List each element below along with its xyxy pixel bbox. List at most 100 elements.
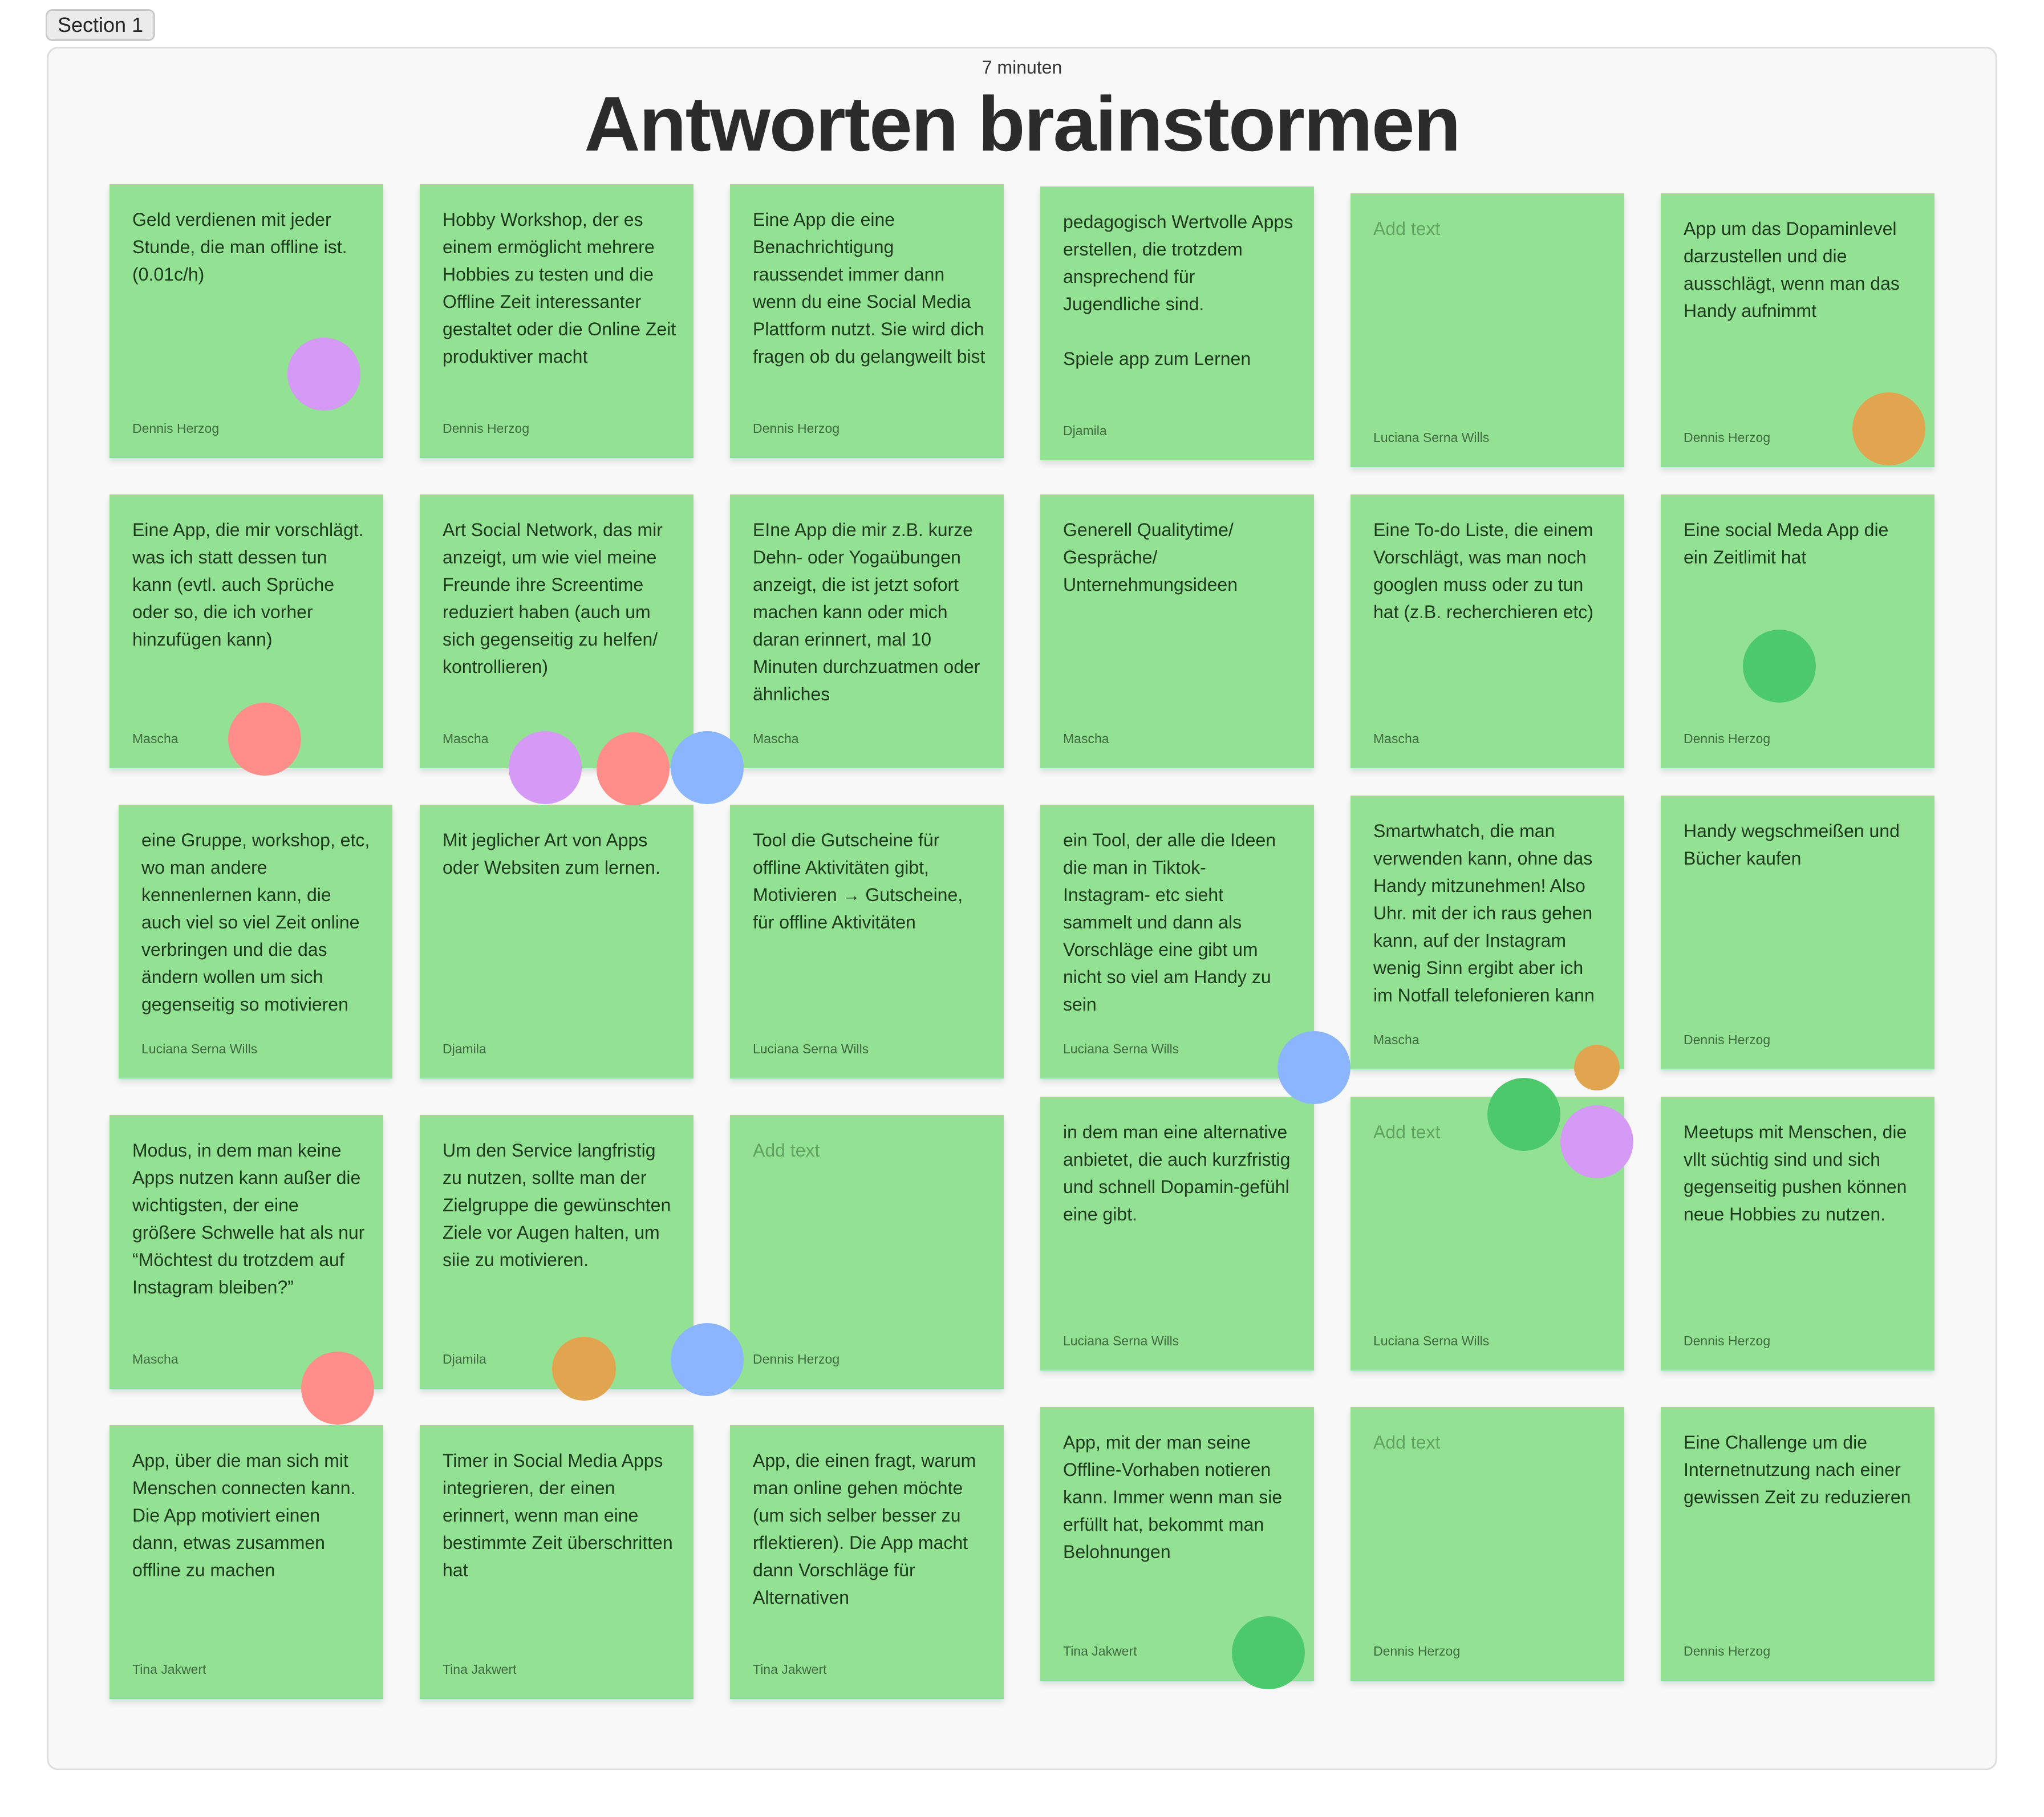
vote-dot-green[interactable] [1743, 630, 1816, 703]
vote-dot-blue[interactable] [671, 1323, 744, 1396]
sticky-author: Luciana Serna Wills [1063, 1333, 1179, 1348]
vote-dot-blue[interactable] [1278, 1031, 1350, 1104]
sticky-text[interactable]: Hobby Workshop, der es einem ermöglicht … [443, 206, 676, 370]
sticky-author: Luciana Serna Wills [1373, 430, 1490, 445]
sticky-note[interactable]: Add text Luciana Serna Wills [1350, 193, 1624, 467]
sticky-author: Mascha [132, 1352, 179, 1366]
sticky-author: Dennis Herzog [753, 1352, 840, 1366]
sticky-author: Dennis Herzog [1684, 1333, 1771, 1348]
sticky-author: Tina Jakwert [132, 1662, 206, 1677]
sticky-note[interactable]: Eine App die eine Benachrichtigung rauss… [730, 184, 1004, 458]
sticky-note[interactable]: Eine social Meda App die ein Zeitlimit h… [1661, 494, 1934, 768]
sticky-text[interactable]: Tool die Gutscheine für offline Aktivitä… [753, 826, 987, 936]
sticky-author: Dennis Herzog [1684, 430, 1771, 445]
vote-dot-purple[interactable] [287, 338, 360, 411]
sticky-text[interactable]: Eine To-do Liste, die einem Vorschlägt, … [1373, 516, 1607, 626]
sticky-note[interactable]: Modus, in dem man keine Apps nutzen kann… [110, 1115, 383, 1389]
sticky-text[interactable]: eine Gruppe, workshop, etc, wo man ander… [141, 826, 375, 1018]
sticky-author: Luciana Serna Wills [753, 1041, 869, 1056]
sticky-author: Luciana Serna Wills [141, 1041, 258, 1056]
sticky-text[interactable]: App, über die man sich mit Menschen conn… [132, 1447, 366, 1584]
sticky-author: Mascha [443, 731, 489, 746]
sticky-note[interactable]: Eine Challenge um die Internetnutzung na… [1661, 1407, 1934, 1681]
sticky-note[interactable]: Eine To-do Liste, die einem Vorschlägt, … [1350, 494, 1624, 768]
sticky-author: Mascha [753, 731, 799, 746]
sticky-note[interactable]: EIne App die mir z.B. kurze Dehn- oder Y… [730, 494, 1004, 768]
sticky-author: Luciana Serna Wills [1373, 1333, 1490, 1348]
vote-dot-orange[interactable] [1852, 392, 1925, 465]
sticky-author: Mascha [1373, 1032, 1420, 1047]
sticky-author: Tina Jakwert [443, 1662, 517, 1677]
sticky-text[interactable]: Geld verdienen mit jeder Stunde, die man… [132, 206, 366, 288]
sticky-text[interactable]: Um den Service langfristig zu nutzen, so… [443, 1137, 676, 1273]
sticky-note[interactable]: Add text Dennis Herzog [1350, 1407, 1624, 1681]
sticky-note[interactable]: in dem man eine alternative anbietet, di… [1040, 1097, 1314, 1370]
sticky-note[interactable]: Hobby Workshop, der es einem ermöglicht … [420, 184, 694, 458]
vote-dot-orange[interactable] [552, 1337, 616, 1401]
sticky-note[interactable]: Art Social Network, das mir anzeigt, um … [420, 494, 694, 768]
vote-dot-purple[interactable] [1560, 1105, 1633, 1178]
sticky-text[interactable]: Handy wegschmeißen und Bücher kaufen [1684, 817, 1917, 872]
sticky-note[interactable]: Timer in Social Media Apps integrieren, … [420, 1425, 694, 1699]
sticky-text[interactable]: in dem man eine alternative anbietet, di… [1063, 1118, 1297, 1228]
sticky-author: Dennis Herzog [1684, 1644, 1771, 1658]
sticky-note[interactable]: App, die einen fragt, warum man online g… [730, 1425, 1004, 1699]
sticky-author: Dennis Herzog [132, 421, 220, 436]
sticky-note[interactable]: eine Gruppe, workshop, etc, wo man ander… [119, 805, 392, 1078]
sticky-note[interactable]: Smartwhatch, die man verwenden kann, ohn… [1350, 796, 1624, 1069]
sticky-author: Mascha [1063, 731, 1109, 746]
sticky-text[interactable]: Timer in Social Media Apps integrieren, … [443, 1447, 676, 1584]
sticky-text[interactable]: Smartwhatch, die man verwenden kann, ohn… [1373, 817, 1607, 1009]
sticky-author: Mascha [1373, 731, 1420, 746]
sticky-author: Dennis Herzog [443, 421, 530, 436]
vote-dot-red[interactable] [228, 703, 301, 776]
sticky-author: Luciana Serna Wills [1063, 1041, 1179, 1056]
sticky-placeholder[interactable]: Add text [753, 1137, 987, 1164]
vote-dot-blue[interactable] [671, 731, 744, 804]
sticky-text[interactable]: Modus, in dem man keine Apps nutzen kann… [132, 1137, 366, 1301]
sticky-note[interactable]: Meetups mit Menschen, die vllt süchtig s… [1661, 1097, 1934, 1370]
sticky-text[interactable]: Mit jeglicher Art von Apps oder Websiten… [443, 826, 676, 881]
section-label[interactable]: Section 1 [46, 9, 156, 41]
sticky-note[interactable]: Tool die Gutscheine für offline Aktivitä… [730, 805, 1004, 1078]
sticky-text[interactable]: EIne App die mir z.B. kurze Dehn- oder Y… [753, 516, 987, 708]
vote-dot-purple[interactable] [509, 731, 582, 804]
sticky-note[interactable]: Add text Dennis Herzog [730, 1115, 1004, 1389]
sticky-text[interactable]: Eine Challenge um die Internetnutzung na… [1684, 1429, 1917, 1511]
vote-dot-red[interactable] [301, 1352, 374, 1425]
sticky-text[interactable]: Eine social Meda App die ein Zeitlimit h… [1684, 516, 1917, 571]
sticky-text[interactable]: Generell Qualitytime/ Gespräche/ Unterne… [1063, 516, 1297, 598]
vote-dot-green[interactable] [1487, 1078, 1560, 1151]
sticky-note[interactable]: App, über die man sich mit Menschen conn… [110, 1425, 383, 1699]
vote-dot-red[interactable] [597, 732, 670, 805]
sticky-author: Djamila [443, 1352, 486, 1366]
sticky-placeholder[interactable]: Add text [1373, 1429, 1607, 1456]
sticky-note[interactable]: Generell Qualitytime/ Gespräche/ Unterne… [1040, 494, 1314, 768]
sticky-author: Mascha [132, 731, 179, 746]
sticky-note[interactable]: ein Tool, der alle die Ideen die man in … [1040, 805, 1314, 1078]
sticky-author: Tina Jakwert [1063, 1644, 1137, 1658]
vote-dot-green[interactable] [1232, 1616, 1305, 1689]
sticky-note[interactable]: pedagogisch Wertvolle Apps erstellen, di… [1040, 186, 1314, 460]
board-title[interactable]: Antworten brainstormen [0, 81, 2044, 167]
sticky-text[interactable]: Art Social Network, das mir anzeigt, um … [443, 516, 676, 680]
sticky-text[interactable]: App, die einen fragt, warum man online g… [753, 1447, 987, 1611]
sticky-note[interactable]: Um den Service langfristig zu nutzen, so… [420, 1115, 694, 1389]
sticky-text[interactable]: App um das Dopaminlevel darzustellen und… [1684, 215, 1917, 325]
sticky-note[interactable]: Mit jeglicher Art von Apps oder Websiten… [420, 805, 694, 1078]
sticky-text[interactable]: App, mit der man seine Offline-Vorhaben … [1063, 1429, 1297, 1565]
sticky-text[interactable]: ein Tool, der alle die Ideen die man in … [1063, 826, 1297, 1018]
sticky-text[interactable]: Meetups mit Menschen, die vllt süchtig s… [1684, 1118, 1917, 1228]
sticky-text[interactable]: Eine App, die mir vorschlägt. was ich st… [132, 516, 366, 653]
sticky-text[interactable]: Eine App die eine Benachrichtigung rauss… [753, 206, 987, 370]
sticky-author: Dennis Herzog [753, 421, 840, 436]
vote-dot-orange[interactable] [1574, 1045, 1620, 1090]
timer-subtitle: 7 minuten [982, 57, 1062, 78]
sticky-note[interactable]: Handy wegschmeißen und Bücher kaufen Denn… [1661, 796, 1934, 1069]
sticky-placeholder[interactable]: Add text [1373, 215, 1607, 242]
sticky-note[interactable]: Geld verdienen mit jeder Stunde, die man… [110, 184, 383, 458]
sticky-author: Tina Jakwert [753, 1662, 827, 1677]
sticky-text[interactable]: pedagogisch Wertvolle Apps erstellen, di… [1063, 208, 1297, 372]
sticky-author: Dennis Herzog [1684, 1032, 1771, 1047]
sticky-author: Dennis Herzog [1684, 731, 1771, 746]
